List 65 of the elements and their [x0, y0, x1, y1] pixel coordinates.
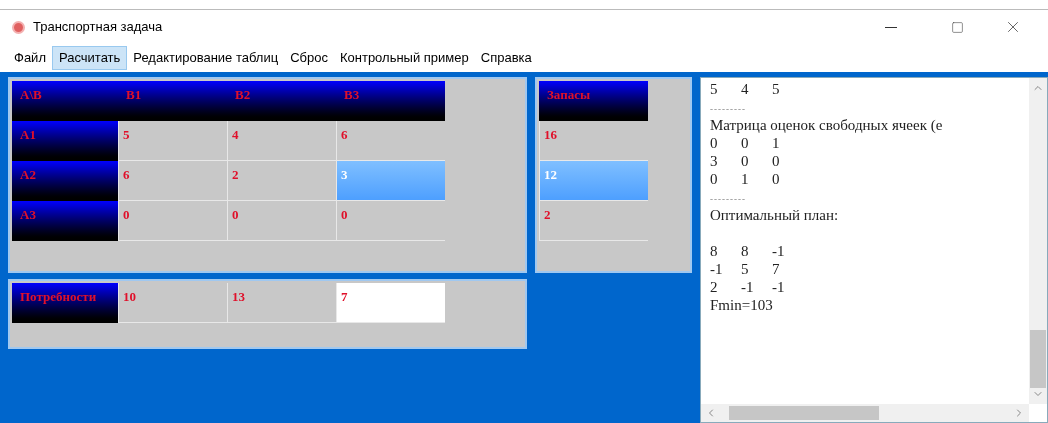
- output-number: 4: [741, 80, 750, 98]
- output-number: -1: [772, 278, 786, 296]
- output-number: 0: [772, 170, 781, 188]
- output-number: 2: [710, 278, 719, 296]
- window-title: Транспортная задача: [33, 18, 163, 37]
- corner-header: A\B: [12, 81, 118, 121]
- menu-item[interactable]: Редактирование таблиц: [127, 46, 285, 70]
- column-header: B1: [118, 81, 227, 121]
- output-number: 0: [772, 152, 781, 170]
- table-cell[interactable]: 10: [118, 283, 227, 323]
- table-cell[interactable]: 5: [118, 121, 227, 161]
- output-number: -1: [710, 260, 724, 278]
- row-header: A2: [12, 161, 118, 201]
- horizontal-scrollbar[interactable]: [701, 404, 1029, 422]
- menu-item[interactable]: Сброс: [284, 46, 334, 70]
- output-number: -1: [772, 242, 786, 260]
- output-number: 0: [710, 170, 719, 188]
- output-number: 7: [772, 260, 781, 278]
- menu-item[interactable]: Расчитать: [51, 46, 128, 70]
- column-header: B3: [336, 81, 445, 121]
- output-number: 8: [741, 242, 750, 260]
- table-cell[interactable]: 2: [227, 161, 336, 201]
- menu-item[interactable]: Справка: [474, 46, 538, 70]
- column-header: B2: [227, 81, 336, 121]
- table-cell[interactable]: 2: [539, 201, 648, 241]
- output-number: 0: [710, 134, 719, 152]
- scrollbar-thumb[interactable]: [729, 406, 879, 420]
- output-number: -1: [741, 278, 755, 296]
- row-header: A3: [12, 201, 118, 241]
- column-header: Запасы: [539, 81, 648, 121]
- table-cell[interactable]: 7: [336, 283, 445, 323]
- output-number: 5: [772, 80, 781, 98]
- table-cell[interactable]: 6: [336, 121, 445, 161]
- output-number: 0: [741, 152, 750, 170]
- output-line: Оптимальный план:: [710, 207, 839, 223]
- table-cell[interactable]: 0: [227, 201, 336, 241]
- table-cell[interactable]: 0: [118, 201, 227, 241]
- table-cell[interactable]: 4: [227, 121, 336, 161]
- output-number: 5: [741, 260, 750, 278]
- output-number: 1: [741, 170, 750, 188]
- table-cell[interactable]: 6: [118, 161, 227, 201]
- row-header: Потребности: [12, 283, 118, 323]
- minimize-icon: [885, 26, 897, 28]
- output-number: 1: [772, 134, 781, 152]
- table-cell[interactable]: 13: [227, 283, 336, 323]
- output-number: 8: [710, 242, 719, 260]
- output-number: 5: [710, 80, 719, 98]
- menu-item[interactable]: Файл: [8, 46, 52, 70]
- table-cell[interactable]: 0: [336, 201, 445, 241]
- output-line: Fmin=103: [710, 297, 773, 313]
- maximize-icon: [950, 20, 964, 34]
- table-cell[interactable]: 12: [539, 161, 648, 201]
- table-cell[interactable]: 3: [336, 161, 445, 201]
- separator-line: ---------: [710, 194, 746, 204]
- row-header: A1: [12, 121, 118, 161]
- output-text-area[interactable]: 5 4 5 --------- Матрица оценок свободных ячеек (е 0 0 1 3 0 0 0 1 0 --------- Оптимальный план: 8 8 -1 -1 5 7 2 -1 -1 Fmin=103: [700, 77, 1048, 423]
- table-cell[interactable]: 16: [539, 121, 648, 161]
- output-number: 3: [710, 152, 719, 170]
- separator-line: ---------: [710, 104, 746, 114]
- scrollbar-thumb[interactable]: [1030, 330, 1046, 388]
- vertical-scrollbar[interactable]: [1029, 78, 1047, 404]
- output-line: Матрица оценок свободных ячеек (е: [710, 117, 943, 133]
- app-icon: [12, 20, 25, 34]
- output-number: 0: [741, 134, 750, 152]
- menu-item[interactable]: Контрольный пример: [333, 46, 475, 70]
